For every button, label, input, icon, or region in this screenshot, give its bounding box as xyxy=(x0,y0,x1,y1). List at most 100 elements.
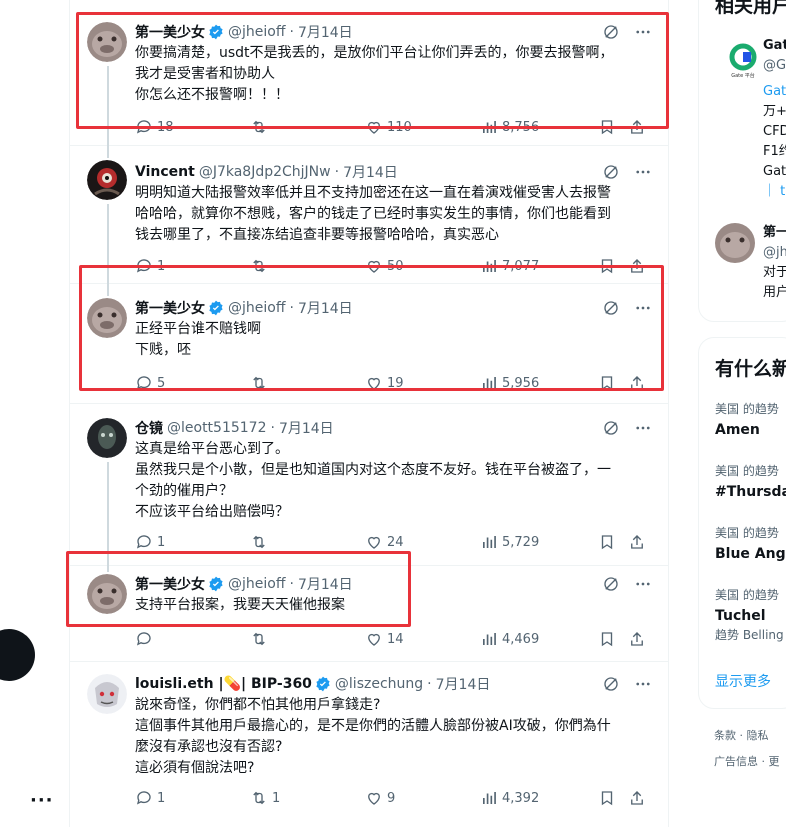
trend-name[interactable]: Tuchel xyxy=(715,608,784,624)
trend-item[interactable]: 美国 的趋势 Blue Ange xyxy=(715,524,786,562)
reply-button[interactable]: 1 xyxy=(135,533,250,551)
tweet[interactable]: 第一美少女 @jheioff · 7月14日 你要搞清楚，usdt不是我丢的，是… xyxy=(70,0,668,146)
more-options-icon[interactable] xyxy=(634,575,652,593)
tweet-date[interactable]: 7月14日 xyxy=(298,22,353,42)
tweet[interactable]: louisli.eth |💊| BIP-360 @liszechung · 7月… xyxy=(70,662,668,827)
reply-button[interactable]: 18 xyxy=(135,118,250,136)
share-button[interactable] xyxy=(628,257,648,275)
author-handle[interactable]: @leott515172 xyxy=(167,420,267,436)
grok-icon[interactable] xyxy=(602,23,620,41)
trend-item[interactable]: 美国 的趋势 #Thursda xyxy=(715,462,786,500)
grok-icon[interactable] xyxy=(602,575,620,593)
more-options-icon[interactable] xyxy=(634,675,652,693)
avatar[interactable] xyxy=(87,418,127,458)
more-options-icon[interactable] xyxy=(634,163,652,181)
like-button[interactable]: 50 xyxy=(365,257,480,275)
more-options-icon[interactable] xyxy=(634,299,652,317)
retweet-button[interactable] xyxy=(250,630,365,648)
author-handle[interactable]: @jheioff xyxy=(228,300,285,316)
reply-button[interactable] xyxy=(135,630,250,648)
share-button[interactable] xyxy=(628,533,648,551)
like-button[interactable]: 19 xyxy=(365,374,480,392)
reply-button[interactable]: 1 xyxy=(135,789,250,807)
related-user-handle[interactable]: @G xyxy=(763,56,786,76)
tweet-date[interactable]: 7月14日 xyxy=(298,298,353,318)
retweet-button[interactable] xyxy=(250,118,365,136)
bookmark-button[interactable] xyxy=(598,630,628,648)
author-name[interactable]: 第一美少女 xyxy=(135,22,205,42)
views-button[interactable]: 4,469 xyxy=(480,630,598,648)
tweet-date[interactable]: 7月14日 xyxy=(343,162,398,182)
bookmark-button[interactable] xyxy=(598,257,628,275)
retweet-button[interactable]: 1 xyxy=(250,789,365,807)
reply-button[interactable]: 5 xyxy=(135,374,250,392)
like-button[interactable]: 110 xyxy=(365,118,480,136)
more-options-icon[interactable] xyxy=(634,23,652,41)
grok-icon[interactable] xyxy=(602,419,620,437)
bookmark-button[interactable] xyxy=(598,118,628,136)
tweet[interactable]: 第一美少女 @jheioff · 7月14日 正经平台谁不赔钱啊 下贱，呸 5 … xyxy=(70,284,668,404)
related-user-name[interactable]: 第一 xyxy=(763,223,786,243)
tweet-date[interactable]: 7月14日 xyxy=(298,574,353,594)
related-user[interactable]: Gate 平台 Gat @G Gat 万+ CFD F1约 Gat ｜ t. xyxy=(715,36,786,206)
trend-name[interactable]: Amen xyxy=(715,422,779,438)
related-user-name[interactable]: Gat xyxy=(763,36,786,56)
related-user-handle[interactable]: @jh xyxy=(763,243,786,263)
retweet-button[interactable] xyxy=(250,374,365,392)
retweet-button[interactable] xyxy=(250,257,365,275)
tweet-date[interactable]: 7月14日 xyxy=(436,674,491,694)
author-handle[interactable]: @liszechung xyxy=(335,676,423,692)
tweet[interactable]: 第一美少女 @jheioff · 7月14日 支持平台报案，我要天天催他报案 1… xyxy=(70,566,668,662)
share-button[interactable] xyxy=(628,789,648,807)
views-button[interactable]: 4,392 xyxy=(480,789,598,807)
avatar[interactable] xyxy=(87,298,127,338)
views-button[interactable]: 7,077 xyxy=(480,257,598,275)
trend-name[interactable]: Blue Ange xyxy=(715,546,786,562)
footer-privacy-link[interactable]: 隐私 xyxy=(747,729,769,742)
grok-icon[interactable] xyxy=(602,163,620,181)
bookmark-button[interactable] xyxy=(598,789,628,807)
bookmark-button[interactable] xyxy=(598,374,628,392)
post-button[interactable] xyxy=(0,629,35,681)
avatar[interactable] xyxy=(87,674,127,714)
share-button[interactable] xyxy=(628,630,648,648)
author-name[interactable]: louisli.eth |💊| BIP-360 xyxy=(135,676,312,692)
author-handle[interactable]: @J7ka8Jdp2ChjJNw xyxy=(199,164,331,180)
related-user[interactable]: 第一 @jh 对于 用户 xyxy=(715,223,786,313)
author-handle[interactable]: @jheioff xyxy=(228,576,285,592)
footer-terms-link[interactable]: 条款 xyxy=(714,729,736,742)
retweet-button[interactable] xyxy=(250,533,365,551)
views-button[interactable]: 5,956 xyxy=(480,374,598,392)
author-name[interactable]: 第一美少女 xyxy=(135,298,205,318)
related-user-bio[interactable]: Gat xyxy=(763,82,786,102)
footer-ads-link[interactable]: 广告信息 xyxy=(714,755,758,768)
tweet[interactable]: 仓镜 @leott515172 · 7月14日 这真是给平台恶心到了。 虽然我只… xyxy=(70,404,668,566)
bookmark-button[interactable] xyxy=(598,533,628,551)
tweet[interactable]: Vincent @J7ka8Jdp2ChjJNw · 7月14日 明明知道大陆报… xyxy=(70,146,668,284)
reply-button[interactable]: 1 xyxy=(135,257,250,275)
trend-name[interactable]: #Thursda xyxy=(715,484,786,500)
avatar[interactable] xyxy=(87,160,127,200)
share-button[interactable] xyxy=(628,374,648,392)
views-button[interactable]: 5,729 xyxy=(480,533,598,551)
trend-item[interactable]: 美国 的趋势 Amen xyxy=(715,400,779,438)
views-button[interactable]: 8,756 xyxy=(480,118,598,136)
like-button[interactable]: 24 xyxy=(365,533,480,551)
author-handle[interactable]: @jheioff xyxy=(228,24,285,40)
author-name[interactable]: Vincent xyxy=(135,164,195,180)
more-options-icon[interactable] xyxy=(634,419,652,437)
show-more-link[interactable]: 显示更多 xyxy=(715,672,771,692)
avatar[interactable] xyxy=(87,22,127,62)
like-button[interactable]: 9 xyxy=(365,789,480,807)
trend-item[interactable]: 美国 的趋势 Tuchel 趋势 Belling xyxy=(715,586,784,643)
footer-more-link[interactable]: 更 xyxy=(769,755,780,768)
grok-icon[interactable] xyxy=(602,675,620,693)
share-button[interactable] xyxy=(628,118,648,136)
more-menu-icon[interactable]: ··· xyxy=(30,790,54,811)
author-name[interactable]: 第一美少女 xyxy=(135,574,205,594)
tweet-date[interactable]: 7月14日 xyxy=(279,418,334,438)
related-user-bio[interactable]: ｜ t. xyxy=(763,182,786,202)
avatar[interactable] xyxy=(87,574,127,614)
like-button[interactable]: 14 xyxy=(365,630,480,648)
author-name[interactable]: 仓镜 xyxy=(135,418,163,438)
